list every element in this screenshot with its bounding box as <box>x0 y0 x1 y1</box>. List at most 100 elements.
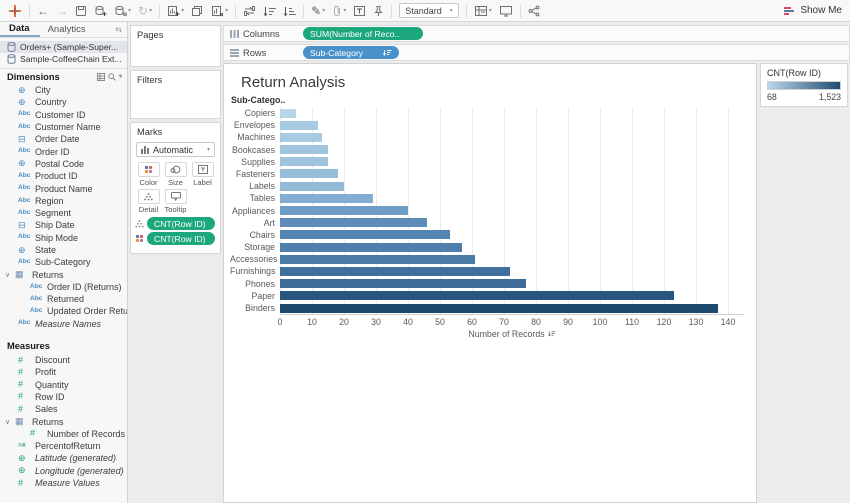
category-label-paper[interactable]: Paper <box>230 290 280 302</box>
share-button[interactable] <box>528 5 540 17</box>
bar-fasteners[interactable] <box>280 169 338 179</box>
show-me-button[interactable]: Show Me <box>784 5 842 16</box>
dimension-field-product-id[interactable]: Abc Product ID <box>0 170 127 182</box>
presentation-mode-button[interactable] <box>499 5 513 17</box>
dimension-field-order-id[interactable]: Abc Order ID <box>0 145 127 157</box>
category-label-labels[interactable]: Labels <box>230 180 280 192</box>
redo-button[interactable]: → <box>56 5 68 17</box>
dimension-field-city[interactable]: ⊕ City <box>0 84 127 96</box>
category-label-art[interactable]: Art <box>230 217 280 229</box>
tab-analytics[interactable]: Analytics <box>40 24 94 35</box>
category-label-chairs[interactable]: Chairs <box>230 229 280 241</box>
dimension-field-order-date[interactable]: ⊟ Order Date <box>0 133 127 145</box>
dimension-field-region[interactable]: Abc Region <box>0 195 127 207</box>
expand-chevron-icon[interactable]: ∨ <box>5 271 13 279</box>
dimension-field-state[interactable]: ⊕ State <box>0 244 127 256</box>
search-icon[interactable] <box>108 72 116 81</box>
dimension-field-ship-date[interactable]: ⊟ Ship Date <box>0 219 127 231</box>
bar-storage[interactable] <box>280 242 463 252</box>
rows-pill-sub-category[interactable]: Sub-Category <box>303 46 399 59</box>
measure-field-longitude-generated[interactable]: ⊕ Longitude (generated) <box>0 465 127 477</box>
category-label-copiers[interactable]: Copiers <box>230 107 280 119</box>
pause-auto-updates-button[interactable]: ▾ <box>114 5 131 17</box>
measure-field-latitude-generated[interactable]: ⊕ Latitude (generated) <box>0 452 127 464</box>
dimension-field-sub-category[interactable]: Abc Sub-Category <box>0 256 127 268</box>
dropdown-caret[interactable]: ▾ <box>489 8 492 14</box>
clear-sheet-button[interactable]: ▾ <box>211 5 228 17</box>
expand-chevron-icon[interactable]: ∨ <box>5 418 13 426</box>
show-hide-cards-button[interactable]: ▾ <box>474 5 492 17</box>
highlight-button[interactable]: ✎ ▾ <box>311 5 325 17</box>
marks-pill-color[interactable]: CNT(Row ID) <box>147 232 215 245</box>
dimension-field-measure-names[interactable]: Abc Measure Names <box>0 318 127 330</box>
dimension-field-customer-name[interactable]: Abc Customer Name <box>0 121 127 133</box>
pages-shelf[interactable]: Pages <box>130 25 221 67</box>
dimension-field-returned[interactable]: Abc Returned <box>0 293 127 305</box>
dimension-field-updated-order-returns[interactable]: Abc Updated Order Returns <box>0 305 127 317</box>
bar-appliances[interactable] <box>280 206 408 215</box>
measure-field-sales[interactable]: # Sales <box>0 403 127 415</box>
pane-menu-caret-icon[interactable]: ▾ <box>119 73 122 80</box>
sort-ascending-button[interactable] <box>263 5 277 17</box>
pill-sort-icon[interactable] <box>383 49 392 57</box>
save-button[interactable] <box>75 5 87 17</box>
measure-field-percentofreturn[interactable]: =# PercentofReturn <box>0 440 127 452</box>
bar-bookcases[interactable] <box>280 145 328 155</box>
tooltip-button[interactable]: Tooltip <box>162 189 189 214</box>
dropdown-caret[interactable]: ▾ <box>149 8 152 14</box>
duplicate-sheet-button[interactable] <box>191 5 204 17</box>
dropdown-caret[interactable]: ▾ <box>181 8 184 14</box>
bar-machines[interactable] <box>280 132 322 142</box>
undo-button[interactable]: ← <box>37 5 49 17</box>
measure-field-returns[interactable]: ∨ ▦ Returns <box>0 415 127 427</box>
bar-copiers[interactable] <box>280 108 296 118</box>
rows-shelf[interactable]: Rows Sub-Category <box>223 44 850 61</box>
dropdown-caret[interactable]: ▾ <box>128 8 131 14</box>
category-label-phones[interactable]: Phones <box>230 278 280 290</box>
marks-pill-detail[interactable]: CNT(Row ID) <box>147 217 215 230</box>
category-label-furnishings[interactable]: Furnishings <box>230 265 280 277</box>
measure-field-row-id[interactable]: # Row ID <box>0 391 127 403</box>
sort-descending-button[interactable] <box>283 5 297 17</box>
bar-art[interactable] <box>280 218 428 228</box>
measure-field-measure-values[interactable]: # Measure Values <box>0 477 127 489</box>
dimension-field-order-id-returns[interactable]: Abc Order ID (Returns) <box>0 281 127 293</box>
tab-data[interactable]: Data <box>0 22 40 37</box>
category-label-storage[interactable]: Storage <box>230 241 280 253</box>
dimension-field-postal-code[interactable]: ⊕ Postal Code <box>0 158 127 170</box>
category-label-supplies[interactable]: Supplies <box>230 156 280 168</box>
show-mark-labels-button[interactable] <box>353 5 366 17</box>
measure-field-discount[interactable]: # Discount <box>0 354 127 366</box>
new-worksheet-button[interactable]: ▾ <box>167 5 184 17</box>
category-label-tables[interactable]: Tables <box>230 192 280 204</box>
label-button[interactable]: Label <box>189 162 216 187</box>
dimension-field-segment[interactable]: Abc Segment <box>0 207 127 219</box>
bar-envelopes[interactable] <box>280 120 319 130</box>
category-label-appliances[interactable]: Appliances <box>230 205 280 217</box>
color-legend[interactable]: CNT(Row ID) 68 1,523 <box>760 63 848 107</box>
fix-axes-button[interactable] <box>373 5 384 17</box>
dropdown-caret[interactable]: ▾ <box>225 8 228 14</box>
x-axis-title[interactable]: Number of Records <box>280 329 744 339</box>
bar-furnishings[interactable] <box>280 266 511 276</box>
category-label-bookcases[interactable]: Bookcases <box>230 144 280 156</box>
category-label-accessories[interactable]: Accessories <box>230 253 280 265</box>
columns-shelf[interactable]: Columns SUM(Number of Reco.. <box>223 25 850 42</box>
pane-toggle-icon[interactable]: ⇆ <box>115 25 127 34</box>
filters-shelf[interactable]: Filters <box>130 70 221 119</box>
color-button[interactable]: Color <box>135 162 162 187</box>
data-source-sample-coffeechain-ext[interactable]: Sample-CoffeeChain Ext... <box>0 53 127 65</box>
bar-accessories[interactable] <box>280 254 476 264</box>
run-update-button[interactable]: ↻ ▾ <box>138 5 152 17</box>
measure-field-quantity[interactable]: # Quantity <box>0 379 127 391</box>
measure-field-number-of-records[interactable]: # Number of Records <box>0 428 127 440</box>
bar-chairs[interactable] <box>280 230 450 240</box>
size-button[interactable]: Size <box>162 162 189 187</box>
data-source-orders-sample-super[interactable]: Orders+ (Sample-Super... <box>0 41 127 53</box>
dimension-field-country[interactable]: ⊕ Country <box>0 96 127 108</box>
dropdown-caret[interactable]: ▾ <box>343 8 346 14</box>
mark-type-select[interactable]: Automatic ▾ <box>136 142 215 157</box>
category-label-binders[interactable]: Binders <box>230 302 280 314</box>
view-grid-icon[interactable] <box>96 72 105 81</box>
fit-mode-select[interactable]: Standard ▾ <box>399 3 459 18</box>
